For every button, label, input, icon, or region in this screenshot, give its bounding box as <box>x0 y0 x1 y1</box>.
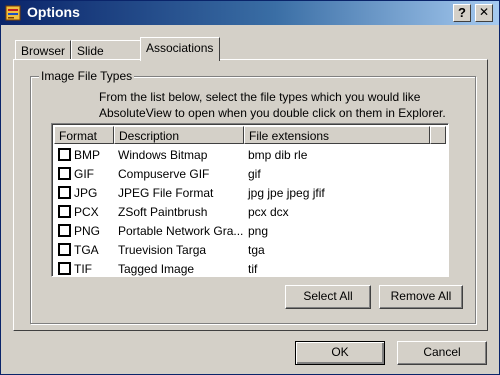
list-item[interactable]: GIF Compuserve GIF gif <box>54 165 446 184</box>
associations-panel: Image File Types From the list below, se… <box>13 59 488 331</box>
tab-slide-show[interactable]: Slide Show <box>71 40 141 72</box>
extensions-cell: gif <box>248 167 261 181</box>
format-cell: GIF <box>74 167 94 181</box>
column-filler <box>430 126 446 144</box>
checkbox-png[interactable] <box>58 224 71 237</box>
checkbox-bmp[interactable] <box>58 148 71 161</box>
description-cell: Compuserve GIF <box>118 167 210 181</box>
extensions-cell: pcx dcx <box>248 205 289 219</box>
checkbox-gif[interactable] <box>58 167 71 180</box>
description-cell: JPEG File Format <box>118 186 214 200</box>
checkbox-jpg[interactable] <box>58 186 71 199</box>
column-description[interactable]: Description <box>114 126 244 144</box>
group-label: Image File Types <box>39 69 135 83</box>
format-cell: TIF <box>74 262 92 276</box>
description-line-1: From the list below, select the file typ… <box>99 90 421 104</box>
format-cell: PNG <box>74 224 101 238</box>
image-file-types-group: Image File Types From the list below, se… <box>30 69 476 324</box>
column-file-extensions[interactable]: File extensions <box>244 126 430 144</box>
remove-all-button[interactable]: Remove All <box>379 285 463 309</box>
description-text: From the list below, select the file typ… <box>99 89 459 121</box>
file-types-list[interactable]: Format Description File extensions BMP W… <box>51 123 449 277</box>
cancel-button[interactable]: Cancel <box>397 341 487 365</box>
close-icon[interactable]: ✕ <box>475 4 493 22</box>
checkbox-pcx[interactable] <box>58 205 71 218</box>
format-cell: JPG <box>74 186 98 200</box>
description-line-2: AbsoluteView to open when you double cli… <box>99 106 446 120</box>
format-cell: TGA <box>74 243 99 257</box>
tab-associations[interactable]: Associations <box>140 37 220 61</box>
title-bar[interactable]: Options ? ✕ <box>1 1 499 25</box>
extensions-cell: png <box>248 224 269 238</box>
extensions-cell: bmp dib rle <box>248 148 308 162</box>
ok-button[interactable]: OK <box>295 341 385 365</box>
extensions-cell: jpg jpe jpeg jfif <box>248 186 325 200</box>
format-cell: PCX <box>74 205 99 219</box>
select-all-button[interactable]: Select All <box>285 285 371 309</box>
description-cell: Truevision Targa <box>118 243 207 257</box>
options-dialog: Options ? ✕ Browser Slide Show Associati… <box>0 0 500 375</box>
extensions-cell: tga <box>248 243 265 257</box>
tab-browser[interactable]: Browser <box>15 40 71 60</box>
extensions-cell: tif <box>248 262 258 276</box>
tab-associations-label: Associations <box>146 41 214 55</box>
help-button[interactable]: ? <box>453 4 471 22</box>
list-item[interactable]: PNG Portable Network Gra... png <box>54 222 446 241</box>
list-item[interactable]: PCX ZSoft Paintbrush pcx dcx <box>54 203 446 222</box>
window-title: Options <box>27 4 80 20</box>
list-item[interactable]: BMP Windows Bitmap bmp dib rle <box>54 146 446 165</box>
column-format[interactable]: Format <box>54 126 114 144</box>
tab-browser-label: Browser <box>21 44 66 58</box>
list-header: Format Description File extensions <box>54 126 446 144</box>
checkbox-tga[interactable] <box>58 243 71 256</box>
list-item[interactable]: TGA Truevision Targa tga <box>54 241 446 260</box>
app-options-icon <box>5 5 21 21</box>
description-cell: Windows Bitmap <box>118 148 208 162</box>
description-cell: Tagged Image <box>118 262 195 276</box>
format-cell: BMP <box>74 148 101 162</box>
list-item[interactable]: JPG JPEG File Format jpg jpe jpeg jfif <box>54 184 446 203</box>
description-cell: Portable Network Gra... <box>118 224 244 238</box>
description-cell: ZSoft Paintbrush <box>118 205 208 219</box>
list-item[interactable]: TIF Tagged Image tif <box>54 260 446 279</box>
checkbox-tif[interactable] <box>58 262 71 275</box>
